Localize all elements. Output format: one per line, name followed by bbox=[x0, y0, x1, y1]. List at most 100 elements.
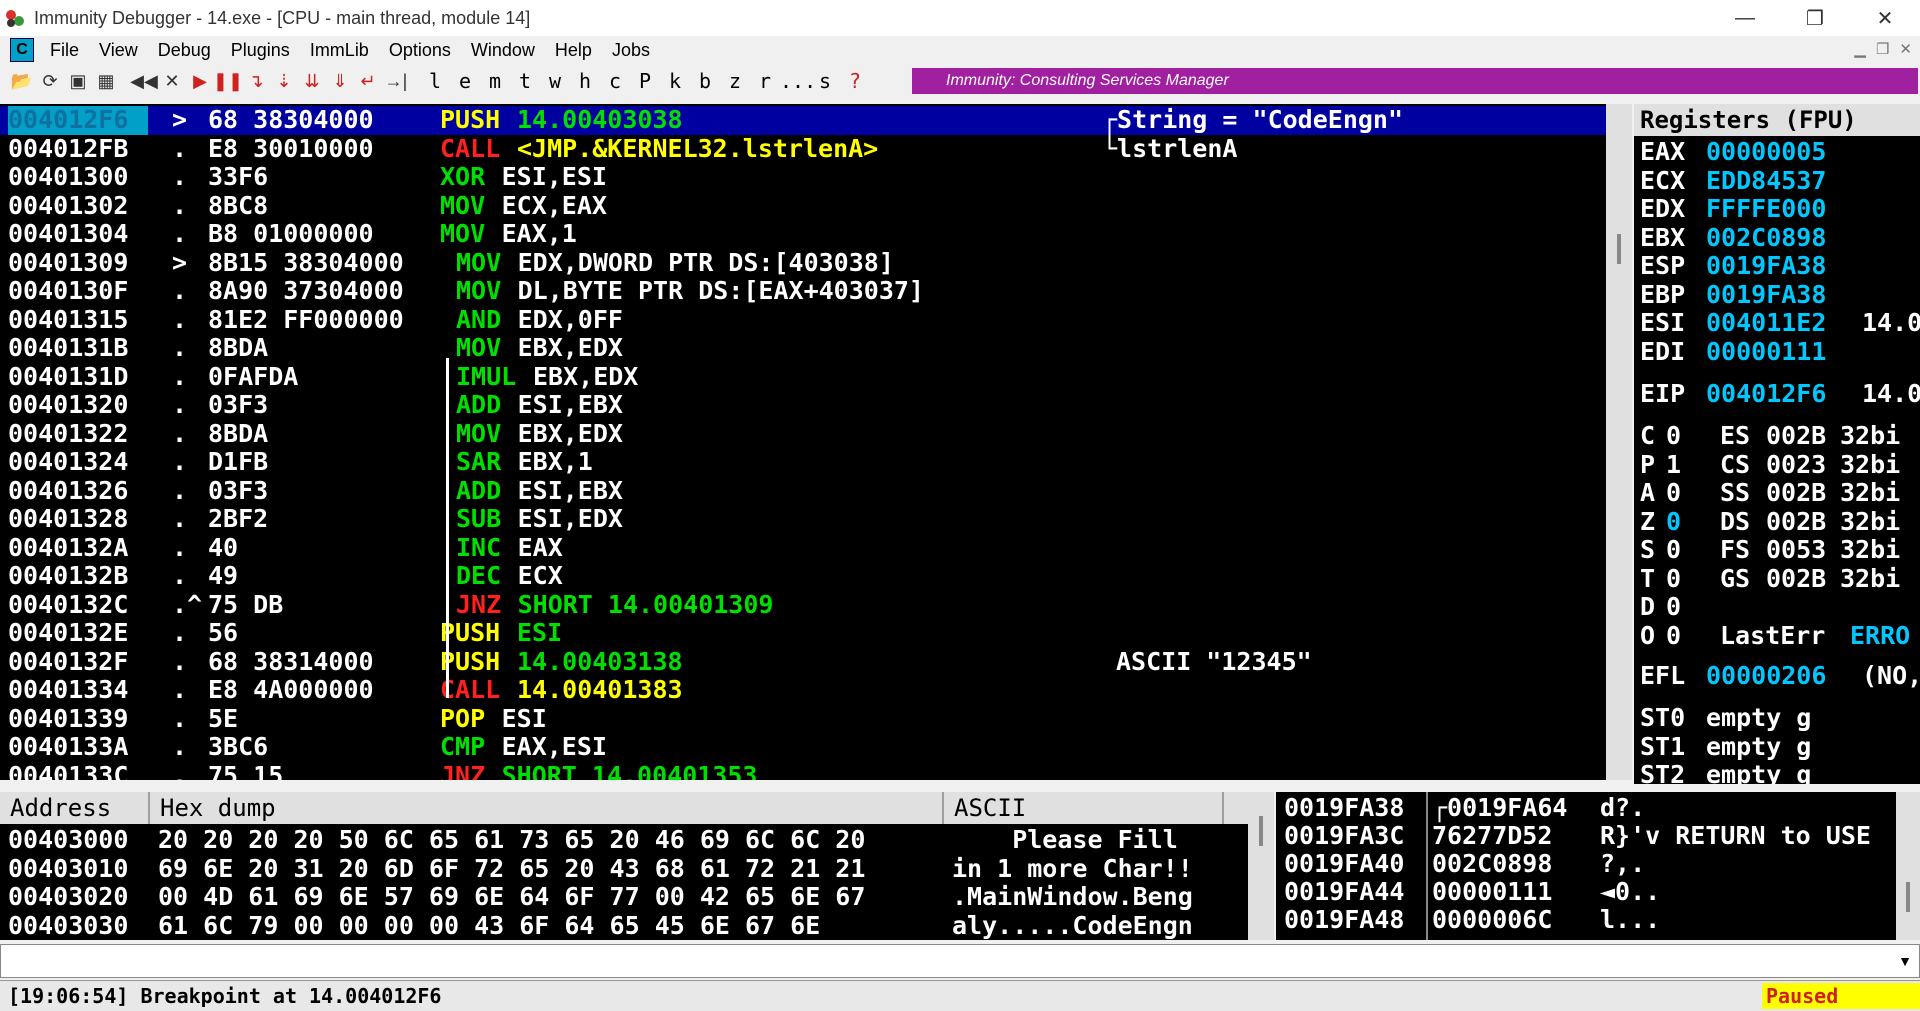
stack-value[interactable]: 0000006C bbox=[1432, 906, 1552, 934]
dump-hex[interactable]: 61 6C 79 00 00 00 00 43 6F 64 65 45 6E 6… bbox=[158, 911, 820, 941]
register-row[interactable]: ECX EDD84537 bbox=[1640, 166, 1826, 195]
chevron-down-icon[interactable]: ▼ bbox=[1891, 945, 1919, 977]
register-value[interactable]: 004012F6 bbox=[1706, 380, 1826, 408]
disasm-row[interactable]: 004012F6 >68 38304000 PUSH 14.00403038 ┌Stri… bbox=[0, 105, 1606, 135]
register-row[interactable]: ESP 0019FA38 bbox=[1640, 252, 1826, 280]
segment-value[interactable]: 002B bbox=[1766, 507, 1826, 536]
disasm-row[interactable]: 00401309 >8B15 38304000 MOV EDX,DWORD PTR D… bbox=[0, 248, 1606, 278]
disasm-address[interactable]: 00401315 bbox=[8, 305, 128, 335]
disasm-address[interactable]: 0040130F bbox=[8, 276, 128, 306]
open-folder-icon[interactable]: 📂 bbox=[8, 69, 36, 93]
flag-value[interactable]: 0 bbox=[1666, 621, 1681, 650]
register-value[interactable]: FFFFE000 bbox=[1706, 195, 1826, 223]
disasm-address[interactable]: 00401326 bbox=[8, 476, 128, 506]
register-row[interactable]: EAX 00000005 bbox=[1640, 138, 1826, 166]
disassembly-scrollbar[interactable] bbox=[1606, 104, 1632, 780]
cpu-window-icon[interactable]: C bbox=[10, 38, 34, 62]
dump-row[interactable]: 00403010 69 6E 20 31 20 6D 6F 72 65 20 43… bbox=[8, 854, 1193, 884]
dump-address[interactable]: 00403000 bbox=[8, 825, 128, 854]
stack-address[interactable]: 0019FA44 bbox=[1284, 878, 1404, 906]
register-value[interactable]: 00000111 bbox=[1706, 337, 1826, 366]
segment-value[interactable]: 0053 bbox=[1766, 536, 1826, 564]
menu-file[interactable]: File bbox=[40, 40, 89, 61]
disasm-address[interactable]: 0040131B bbox=[8, 333, 128, 363]
restore-button[interactable]: ❐ bbox=[1780, 0, 1850, 36]
menu-help[interactable]: Help bbox=[545, 40, 602, 61]
stop-icon[interactable]: ✕ bbox=[158, 69, 186, 93]
flag-row[interactable]: P 1 CS 0023 32bi bbox=[1640, 450, 1900, 479]
disasm-address[interactable]: 0040132F bbox=[8, 647, 128, 677]
disasm-address[interactable]: 00401302 bbox=[8, 191, 128, 221]
disasm-address[interactable]: 00401324 bbox=[8, 447, 128, 477]
toolbar-source-button[interactable]: s bbox=[810, 69, 840, 93]
dump-hex-header[interactable]: Hex dump bbox=[150, 792, 944, 824]
stack-address[interactable]: 0019FA48 bbox=[1284, 906, 1404, 934]
segment-value[interactable]: 002B bbox=[1766, 564, 1826, 593]
dump-hex[interactable]: 69 6E 20 31 20 6D 6F 72 65 20 43 68 61 7… bbox=[158, 854, 865, 884]
fpu-row[interactable]: ST1 empty g bbox=[1640, 732, 1811, 761]
command-input[interactable]: ▼ bbox=[0, 944, 1920, 978]
registers-header[interactable]: Registers (FPU) bbox=[1634, 104, 1920, 136]
disasm-address[interactable]: 0040132C bbox=[8, 590, 128, 620]
dump-address-header[interactable]: Address bbox=[0, 792, 150, 824]
disasm-row[interactable]: 00401334. E8 4A000000 CALL 14.00401383 bbox=[0, 675, 1606, 705]
fpu-row[interactable]: ST0 empty g bbox=[1640, 704, 1811, 732]
dump-address[interactable]: 00403030 bbox=[8, 911, 128, 940]
toolbar-log-button[interactable]: l bbox=[420, 69, 450, 93]
toolbar-runtrace-button[interactable]: ... bbox=[780, 69, 816, 93]
disasm-address[interactable]: 00401322 bbox=[8, 419, 128, 449]
toolbar-memory-button[interactable]: m bbox=[480, 69, 510, 93]
mdi-minimize-icon[interactable]: ▁ bbox=[1854, 40, 1866, 58]
toolbar-references-button[interactable]: r bbox=[750, 69, 780, 93]
disasm-address[interactable]: 004012FB bbox=[8, 134, 128, 164]
register-row[interactable]: EBX 002C0898 bbox=[1640, 223, 1826, 252]
stack-address[interactable]: 0019FA38 bbox=[1284, 794, 1411, 822]
flag-value[interactable]: 0 bbox=[1666, 507, 1681, 536]
segment-value[interactable]: 0023 bbox=[1766, 450, 1826, 479]
segment-value[interactable]: ERRO bbox=[1850, 621, 1910, 650]
stack-address[interactable]: 0019FA3C bbox=[1284, 822, 1404, 850]
disasm-row[interactable]: 00401300. 33F6 XOR ESI,ESI bbox=[0, 162, 1606, 192]
pause-icon[interactable]: ❚❚ bbox=[213, 69, 243, 93]
execute-till-return-icon[interactable]: ↵ bbox=[354, 69, 382, 93]
dump-row[interactable]: 00403020 00 4D 61 69 6E 57 69 6E 64 6F 77… bbox=[8, 882, 1193, 912]
disasm-row[interactable]: 0040132B. 49 DEC ECX bbox=[0, 561, 1606, 591]
toolbar-patches-button[interactable]: P bbox=[630, 69, 660, 93]
register-row-efl[interactable]: EFL 00000206 (NO, bbox=[1640, 662, 1920, 690]
segment-value[interactable]: 002B bbox=[1766, 479, 1826, 507]
register-value[interactable]: 0019FA38 bbox=[1706, 280, 1826, 309]
disasm-row[interactable]: 0040131D. 0FAFDA IMUL EBX,EDX bbox=[0, 362, 1606, 392]
disasm-address[interactable]: 00401334 bbox=[8, 675, 128, 705]
disasm-address[interactable]: 0040132E bbox=[8, 618, 128, 648]
flag-value[interactable]: 0 bbox=[1666, 422, 1681, 450]
disasm-address[interactable]: 00401309 bbox=[8, 248, 128, 278]
registers-pane[interactable]: Registers (FPU) EAX 00000005 ECX EDD84537 ED… bbox=[1634, 104, 1920, 784]
disasm-row[interactable]: 00401304. B8 01000000 MOV EAX,1 bbox=[0, 219, 1606, 249]
register-row[interactable]: EBP 0019FA38 bbox=[1640, 280, 1826, 309]
disasm-row[interactable]: 0040133C. 75 15 JNZ SHORT 14.00401353 bbox=[0, 761, 1606, 780]
toolbar-windows-button[interactable]: w bbox=[540, 69, 570, 93]
flag-row[interactable]: T 0 GS 002B 32bi bbox=[1640, 564, 1900, 593]
flag-row[interactable]: Z 0 DS 002B 32bi bbox=[1640, 507, 1900, 536]
flag-row[interactable]: C 0 ES 002B 32bi bbox=[1640, 422, 1900, 450]
dump-hex[interactable]: 20 20 20 20 50 6C 65 61 73 65 20 46 69 6… bbox=[158, 825, 865, 855]
disassembly-pane[interactable]: 004012F6 >68 38304000 PUSH 14.00403038 ┌Stri… bbox=[0, 104, 1606, 780]
register-row-eip[interactable]: EIP 004012F6 14.0 bbox=[1640, 380, 1920, 408]
flag-value[interactable]: 0 bbox=[1666, 564, 1681, 593]
disasm-address[interactable]: 00401300 bbox=[8, 162, 128, 192]
goto-address-icon[interactable]: →| bbox=[382, 69, 410, 93]
disasm-address[interactable]: 0040132A bbox=[8, 533, 128, 563]
dump-address[interactable]: 00403020 bbox=[8, 882, 128, 911]
disasm-address[interactable]: 00401304 bbox=[8, 219, 128, 249]
dump-scrollbar[interactable] bbox=[1248, 792, 1274, 940]
close-button[interactable]: ✕ bbox=[1850, 0, 1920, 36]
stack-value[interactable]: 00000111 bbox=[1432, 878, 1552, 906]
mdi-close-icon[interactable]: ✕ bbox=[1899, 40, 1912, 58]
stack-value[interactable]: ┌0019FA64 bbox=[1432, 794, 1567, 822]
dump-row[interactable]: 00403030 61 6C 79 00 00 00 00 43 6F 64 65… bbox=[8, 911, 1193, 941]
disasm-row[interactable]: 00401326. 03F3 ADD ESI,EBX bbox=[0, 476, 1606, 506]
run-icon[interactable]: ▶ bbox=[186, 69, 214, 93]
disasm-row[interactable]: 0040130F. 8A90 37304000 MOV DL,BYTE PTR DS:… bbox=[0, 276, 1606, 306]
disasm-address[interactable]: 004012F6 bbox=[8, 105, 148, 135]
menu-window[interactable]: Window bbox=[461, 40, 545, 61]
